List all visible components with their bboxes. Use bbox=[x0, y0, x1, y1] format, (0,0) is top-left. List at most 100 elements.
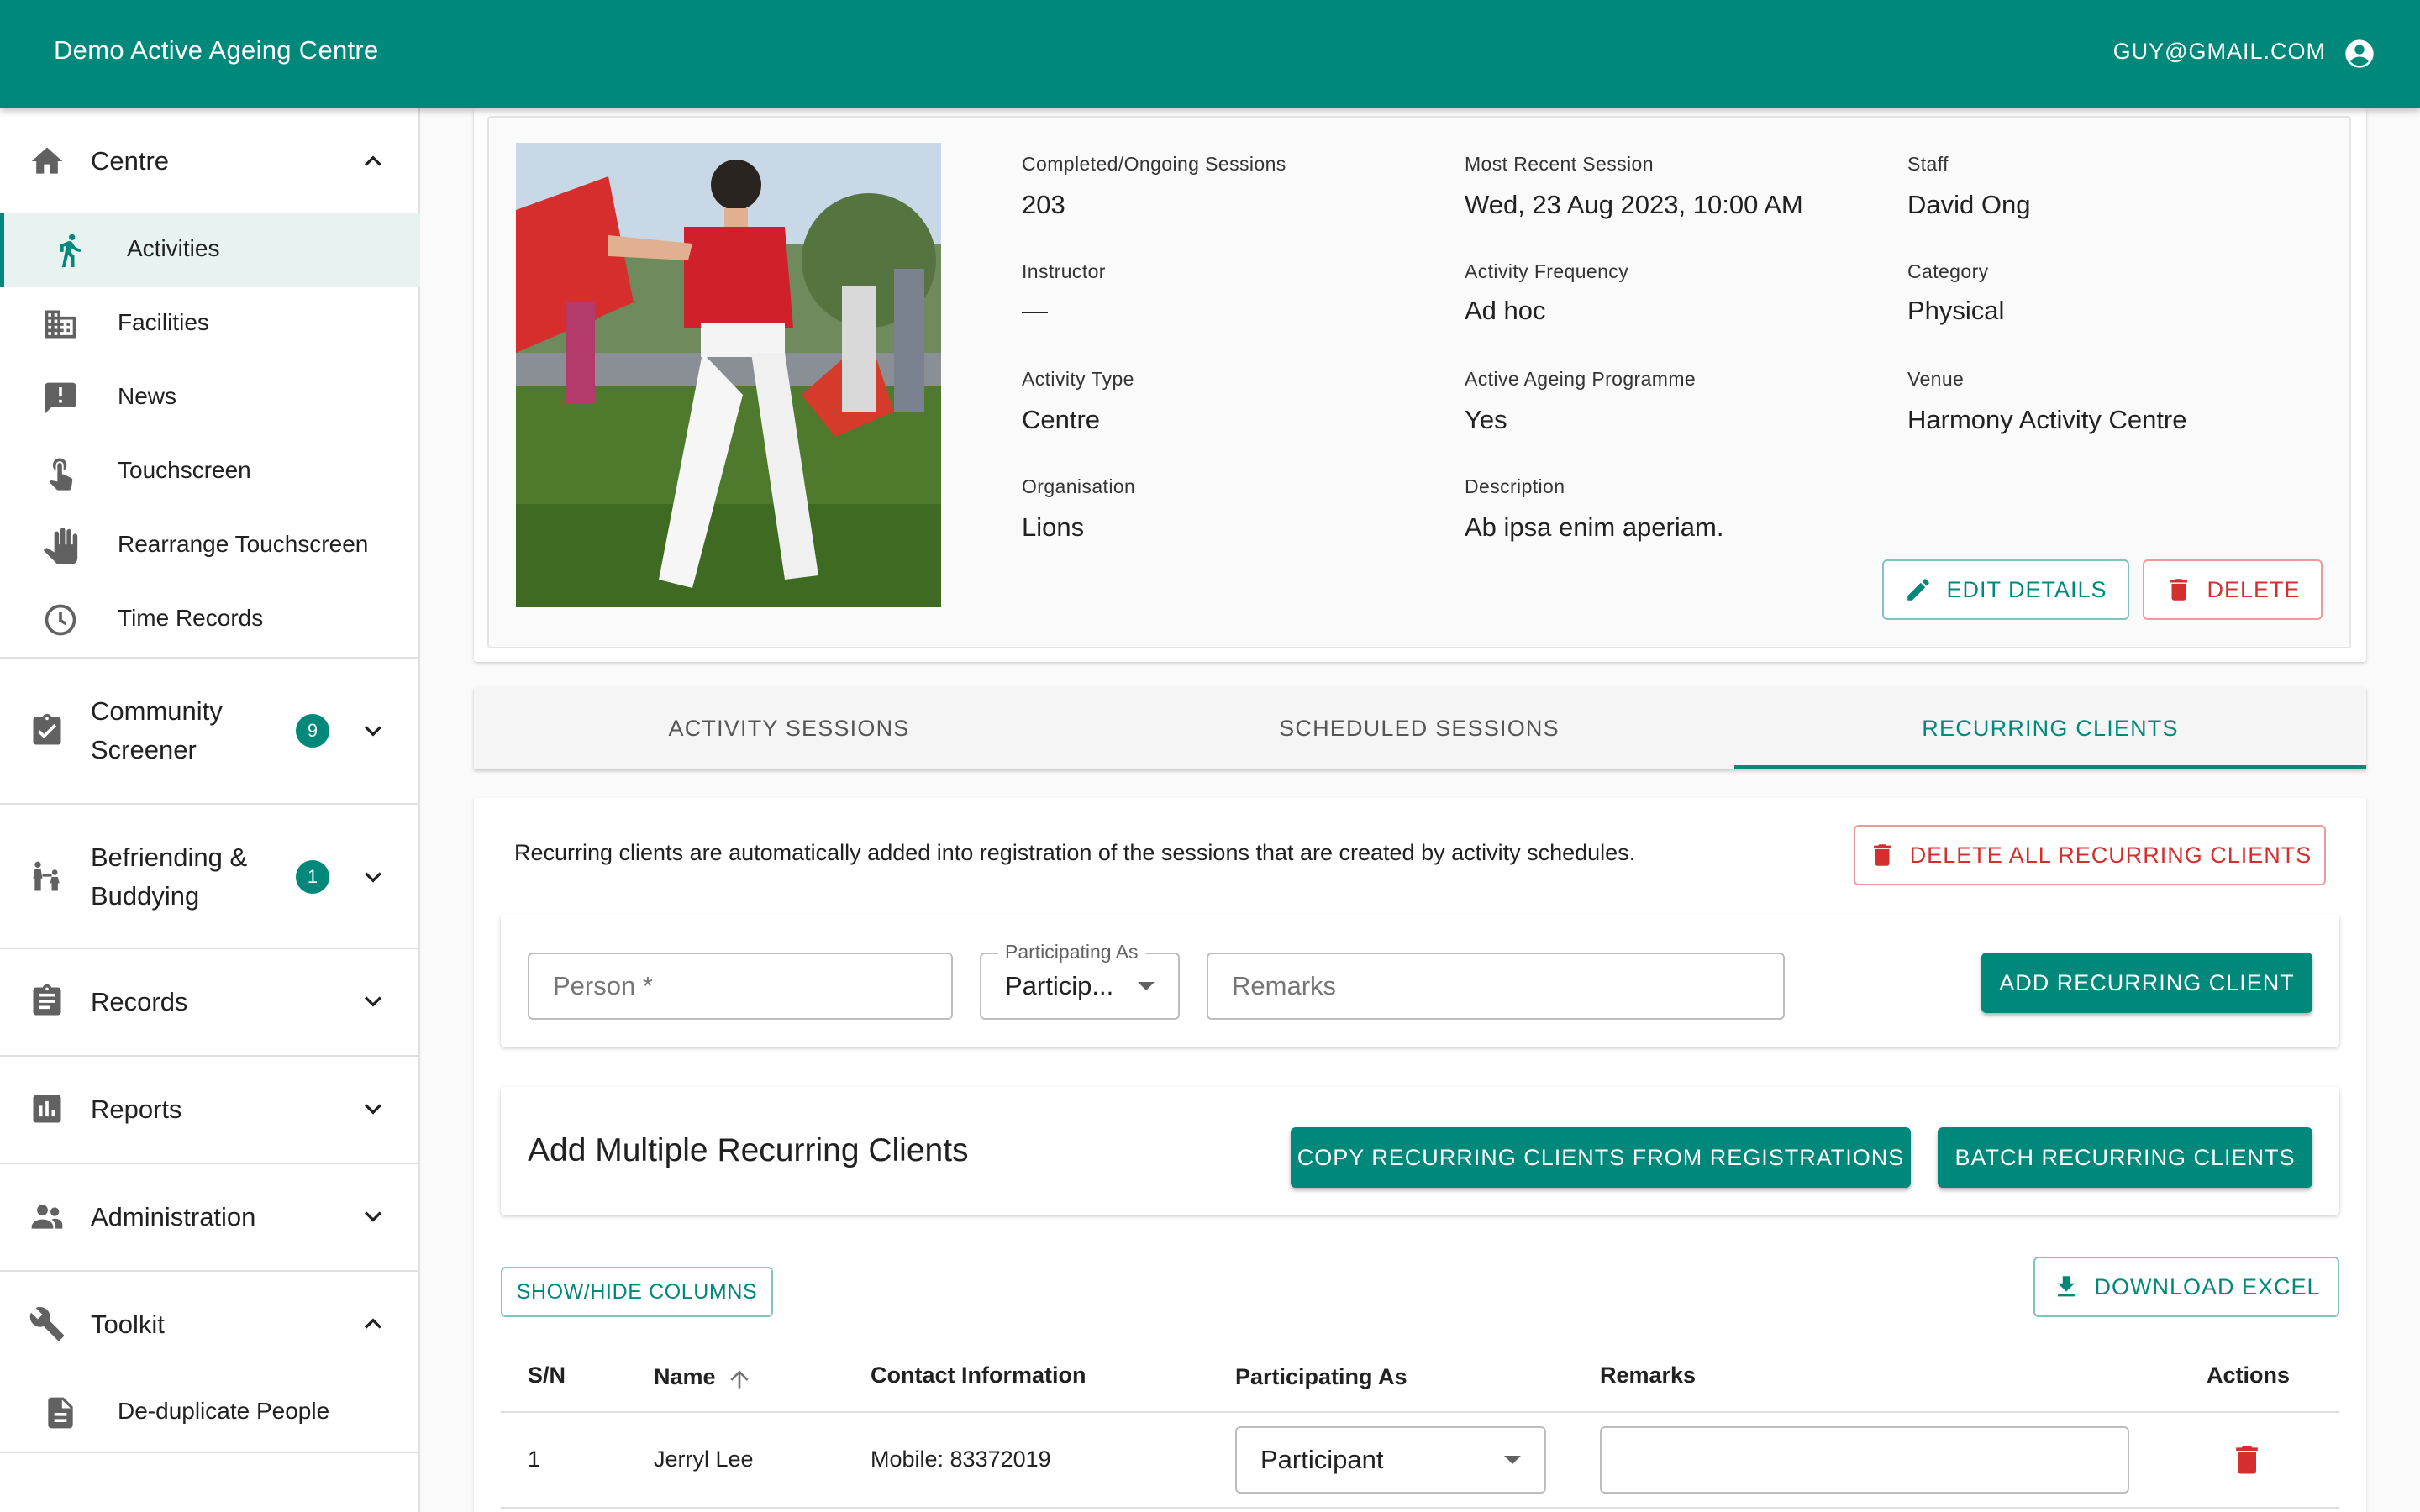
batch-recurring-clients-button[interactable]: BATCH RECURRING CLIENTS bbox=[1938, 1127, 2312, 1188]
sidebar-item-activities[interactable]: Activities bbox=[0, 213, 420, 287]
show-hide-label: SHOW/HIDE COLUMNS bbox=[516, 1279, 758, 1304]
person-input[interactable]: Person * bbox=[528, 953, 953, 1020]
sidebar-section-centre[interactable]: Centre bbox=[0, 138, 420, 185]
sidebar-section-label: Administration bbox=[91, 1202, 256, 1231]
column-header-participating[interactable]: Participating As bbox=[1235, 1364, 1407, 1390]
hand-icon bbox=[43, 528, 78, 564]
frequency-value: Ad hoc bbox=[1465, 296, 1546, 325]
category-value: Physical bbox=[1907, 296, 2005, 325]
sort-arrow-up-icon[interactable] bbox=[726, 1366, 753, 1393]
tab-activity-sessions[interactable]: ACTIVITY SESSIONS bbox=[474, 687, 1104, 769]
staff-label: Staff bbox=[1907, 153, 1949, 175]
delete-all-label: DELETE ALL RECURRING CLIENTS bbox=[1909, 842, 2312, 868]
activity-type-value: Centre bbox=[1022, 405, 1101, 434]
column-header-remarks[interactable]: Remarks bbox=[1600, 1362, 1696, 1389]
description-label: Description bbox=[1465, 475, 1565, 497]
chevron-up-icon[interactable] bbox=[356, 144, 390, 178]
pencil-icon bbox=[1907, 579, 1930, 601]
description-value: Ab ipsa enim aperiam. bbox=[1465, 512, 1724, 542]
tab-indicator bbox=[1734, 765, 2366, 769]
download-excel-button[interactable]: DOWNLOAD EXCEL bbox=[2033, 1257, 2339, 1317]
show-hide-columns-button[interactable]: SHOW/HIDE COLUMNS bbox=[501, 1267, 773, 1317]
edit-details-label: EDIT DETAILS bbox=[1946, 576, 2107, 602]
clock-icon bbox=[45, 604, 76, 636]
organisation-value: Lions bbox=[1022, 512, 1085, 542]
tab-bar: ACTIVITY SESSIONS SCHEDULED SESSIONS REC… bbox=[474, 687, 2366, 769]
instructor-value: — bbox=[1022, 296, 1048, 325]
sidebar-section-toolkit[interactable]: Toolkit bbox=[0, 1289, 420, 1361]
running-icon bbox=[60, 234, 81, 268]
row-name: Jerryl Lee bbox=[654, 1446, 754, 1472]
activity-photo bbox=[516, 143, 941, 607]
sidebar-divider bbox=[0, 1270, 420, 1272]
chevron-down-icon[interactable] bbox=[356, 984, 390, 1018]
sidebar-section-label: Centre bbox=[91, 146, 170, 176]
column-header-sn[interactable]: S/N bbox=[528, 1362, 566, 1389]
sidebar-section-records[interactable]: Records bbox=[0, 966, 420, 1038]
tab-scheduled-sessions[interactable]: SCHEDULED SESSIONS bbox=[1104, 687, 1734, 769]
chevron-down-icon[interactable] bbox=[356, 1200, 390, 1233]
person-placeholder: Person * bbox=[553, 971, 653, 1000]
organisation-label: Organisation bbox=[1022, 475, 1136, 497]
assignment-check-icon bbox=[33, 713, 61, 745]
remarks-placeholder: Remarks bbox=[1232, 971, 1337, 1000]
sidebar-item-facilities[interactable]: Facilities bbox=[0, 287, 420, 361]
chevron-down-icon[interactable] bbox=[356, 860, 390, 894]
sidebar-item-deduplicate-people[interactable]: De-duplicate People bbox=[0, 1376, 420, 1450]
copy-from-registrations-button[interactable]: COPY RECURRING CLIENTS FROM REGISTRATION… bbox=[1291, 1127, 1911, 1188]
account-circle-icon[interactable] bbox=[2343, 37, 2376, 71]
sidebar-item-label: Activities bbox=[127, 235, 220, 261]
sidebar-item-rearrange-touchscreen[interactable]: Rearrange Touchscreen bbox=[0, 509, 420, 583]
chevron-up-icon[interactable] bbox=[356, 1307, 390, 1341]
sidebar-divider bbox=[0, 948, 420, 949]
sidebar-item-time-records[interactable]: Time Records bbox=[0, 583, 420, 657]
row-delete-trash-icon[interactable] bbox=[2228, 1441, 2265, 1478]
delete-all-recurring-button[interactable]: DELETE ALL RECURRING CLIENTS bbox=[1854, 825, 2326, 885]
sidebar-section-label: Reports bbox=[91, 1095, 182, 1124]
sidebar-item-label: Touchscreen bbox=[118, 457, 251, 483]
completed-sessions-label: Completed/Ongoing Sessions bbox=[1022, 153, 1286, 175]
table-row-divider bbox=[501, 1507, 2339, 1509]
staff-value: David Ong bbox=[1907, 190, 2031, 219]
sidebar-section-befriending[interactable]: Befriending & Buddying 1 bbox=[0, 818, 420, 936]
row-participating-value: Participant bbox=[1260, 1445, 1384, 1474]
row-contact: Mobile: 83372019 bbox=[871, 1446, 1051, 1472]
trash-icon bbox=[2170, 579, 2188, 601]
delete-label: DELETE bbox=[2207, 576, 2301, 602]
remarks-input[interactable]: Remarks bbox=[1207, 953, 1785, 1020]
chevron-down-icon[interactable] bbox=[356, 1092, 390, 1126]
people-icon bbox=[31, 1205, 63, 1229]
participating-as-select[interactable]: Participating As Particip... bbox=[980, 941, 1180, 1020]
row-participating-select[interactable]: Participant bbox=[1235, 1426, 1546, 1494]
announcement-icon bbox=[45, 382, 76, 414]
sidebar-section-administration[interactable]: Administration bbox=[0, 1181, 420, 1253]
edit-details-button[interactable]: EDIT DETAILS bbox=[1882, 559, 2129, 620]
column-header-name[interactable]: Name bbox=[654, 1364, 716, 1390]
user-email[interactable]: GUY@GMAIL.COM bbox=[2113, 39, 2326, 65]
sidebar-item-news[interactable]: News bbox=[0, 361, 420, 435]
sidebar-item-label: Facilities bbox=[118, 309, 209, 335]
frequency-label: Activity Frequency bbox=[1465, 260, 1629, 282]
participating-as-value: Particip... bbox=[1005, 971, 1114, 1000]
app-title: Demo Active Ageing Centre bbox=[54, 35, 379, 65]
add-recurring-client-button[interactable]: ADD RECURRING CLIENT bbox=[1981, 953, 2312, 1013]
wrench-icon bbox=[29, 1307, 65, 1341]
tab-recurring-clients[interactable]: RECURRING CLIENTS bbox=[1734, 687, 2366, 769]
column-header-contact[interactable]: Contact Information bbox=[871, 1362, 1086, 1389]
chevron-down-icon[interactable] bbox=[356, 714, 390, 748]
category-label: Category bbox=[1907, 260, 1989, 282]
touch-icon bbox=[49, 458, 73, 491]
delete-button[interactable]: DELETE bbox=[2143, 559, 2323, 620]
activity-type-label: Activity Type bbox=[1022, 368, 1134, 390]
sidebar-section-label: Community bbox=[91, 696, 223, 726]
sidebar-section-reports[interactable]: Reports bbox=[0, 1074, 420, 1146]
aap-label: Active Ageing Programme bbox=[1465, 368, 1697, 390]
sidebar-section-label: Toolkit bbox=[91, 1310, 165, 1339]
sidebar-item-touchscreen[interactable]: Touchscreen bbox=[0, 435, 420, 509]
notification-badge: 1 bbox=[296, 860, 329, 894]
caret-down-icon bbox=[1138, 982, 1155, 990]
bar-chart-icon bbox=[33, 1095, 61, 1123]
row-remarks-input[interactable] bbox=[1600, 1426, 2129, 1494]
sidebar-section-community-screener[interactable]: Community Screener 9 bbox=[0, 672, 420, 790]
sidebar-section-label: Screener bbox=[91, 735, 197, 764]
